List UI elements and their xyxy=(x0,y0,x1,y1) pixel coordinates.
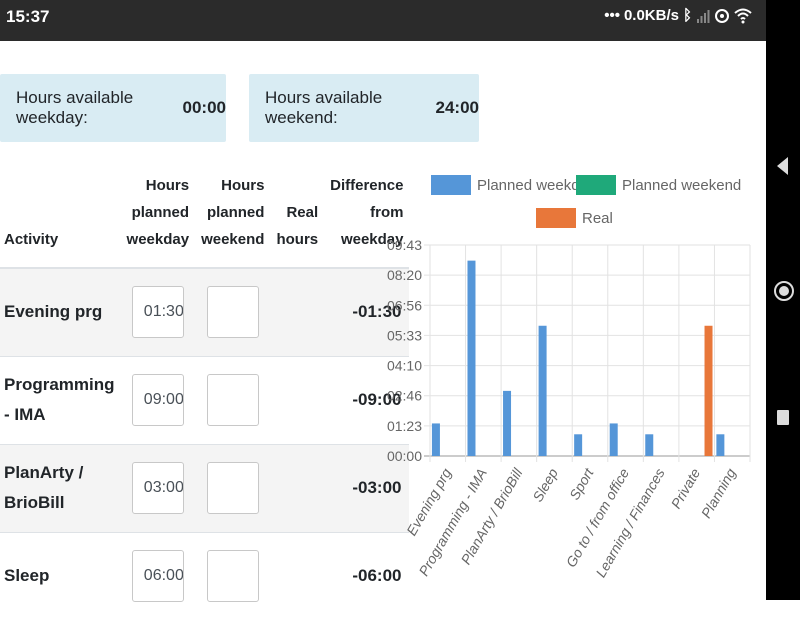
bar-chart-plot: 00:00 01:23 02:46 04:10 05:33 06:56 08:20 09:43… xyxy=(387,237,751,580)
recent-apps-icon[interactable] xyxy=(777,410,789,425)
planned-weekend-input[interactable] xyxy=(206,374,259,426)
bar xyxy=(538,325,547,456)
bar xyxy=(431,423,440,456)
x-category-label: Sleep xyxy=(529,465,561,504)
weekday-available-value: 00:00 xyxy=(182,98,226,117)
table-header-row: Activity Hours planned weekday Hours pla… xyxy=(0,172,410,269)
weekend-available-label: Hours available weekend: xyxy=(265,88,383,127)
bar xyxy=(574,434,583,456)
planned-weekend-input[interactable] xyxy=(206,286,259,339)
header-planned-weekday: Hours planned weekday xyxy=(120,172,196,269)
bar xyxy=(704,325,713,456)
activity-name: PlanArty / BrioBill xyxy=(0,443,121,532)
back-icon[interactable] xyxy=(777,157,788,175)
planned-weekday-input[interactable] xyxy=(131,550,184,603)
bluetooth-icon: ᛒ xyxy=(682,7,692,24)
real-hours-cell xyxy=(270,355,325,444)
header-real-hours: Real hours xyxy=(270,172,325,269)
planned-weekday-input[interactable] xyxy=(131,374,184,426)
header-planned-weekend: Hours planned weekend xyxy=(195,172,271,269)
y-tick-label: 04:10 xyxy=(387,358,422,374)
bar xyxy=(467,260,476,456)
home-icon[interactable] xyxy=(774,281,794,301)
weekend-available-value: 24:00 xyxy=(435,98,479,117)
bar xyxy=(609,423,618,456)
signal-icon xyxy=(697,9,710,23)
bar xyxy=(503,390,512,456)
real-hours-cell xyxy=(270,267,325,356)
system-nav-bar xyxy=(766,0,800,600)
activity-table: Activity Hours planned weekday Hours pla… xyxy=(0,172,410,620)
weekday-available-box: Hours available weekday: 00:00 xyxy=(0,74,226,142)
table-row: Evening prg -01:30 xyxy=(0,267,410,356)
bar xyxy=(645,434,654,456)
real-hours-cell xyxy=(270,531,325,620)
planned-weekend-input[interactable] xyxy=(206,462,259,514)
planned-weekday-input[interactable] xyxy=(131,462,184,514)
weekend-available-box: Hours available weekend: 24:00 xyxy=(249,74,479,142)
network-speed: 0.0KB/s xyxy=(623,7,679,24)
x-category-label: Planning xyxy=(698,465,739,520)
y-tick-label: 00:00 xyxy=(387,448,422,464)
y-tick-label: 02:46 xyxy=(387,388,422,404)
table-row: Programming- IMA -09:00 xyxy=(0,355,410,444)
planned-weekend-input[interactable] xyxy=(206,550,259,603)
weekday-available-label: Hours available weekday: xyxy=(16,88,134,127)
header-activity: Activity xyxy=(0,172,121,269)
real-hours-cell xyxy=(270,443,325,532)
y-tick-label: 01:23 xyxy=(387,418,422,434)
status-icons: ••• 0.0KB/s ᛒ xyxy=(604,7,752,24)
x-category-label: Private xyxy=(668,465,704,511)
table-row: Sleep -06:00 xyxy=(0,531,410,620)
dots-icon: ••• xyxy=(604,7,620,24)
y-tick-label: 08:20 xyxy=(387,267,422,283)
activity-name: Sleep xyxy=(0,531,121,620)
planned-weekday-input[interactable] xyxy=(131,286,184,339)
activity-name: Programming - IMA xyxy=(0,355,121,444)
bar xyxy=(716,434,725,456)
status-time: 15:37 xyxy=(6,7,50,26)
table-row: PlanArty /BrioBill -03:00 xyxy=(0,443,410,532)
y-tick-label: 06:56 xyxy=(387,297,422,313)
wifi-icon xyxy=(734,8,752,23)
y-tick-label: 09:43 xyxy=(387,237,422,253)
y-tick-label: 05:33 xyxy=(387,327,422,343)
x-category-label: Sport xyxy=(566,465,597,503)
hours-chart: Planned weekday Planned weekend Real 00:… xyxy=(380,165,765,600)
status-bar: 15:37 ••• 0.0KB/s ᛒ xyxy=(0,0,766,41)
sync-icon xyxy=(715,8,729,23)
activity-name: Evening prg xyxy=(0,267,121,356)
